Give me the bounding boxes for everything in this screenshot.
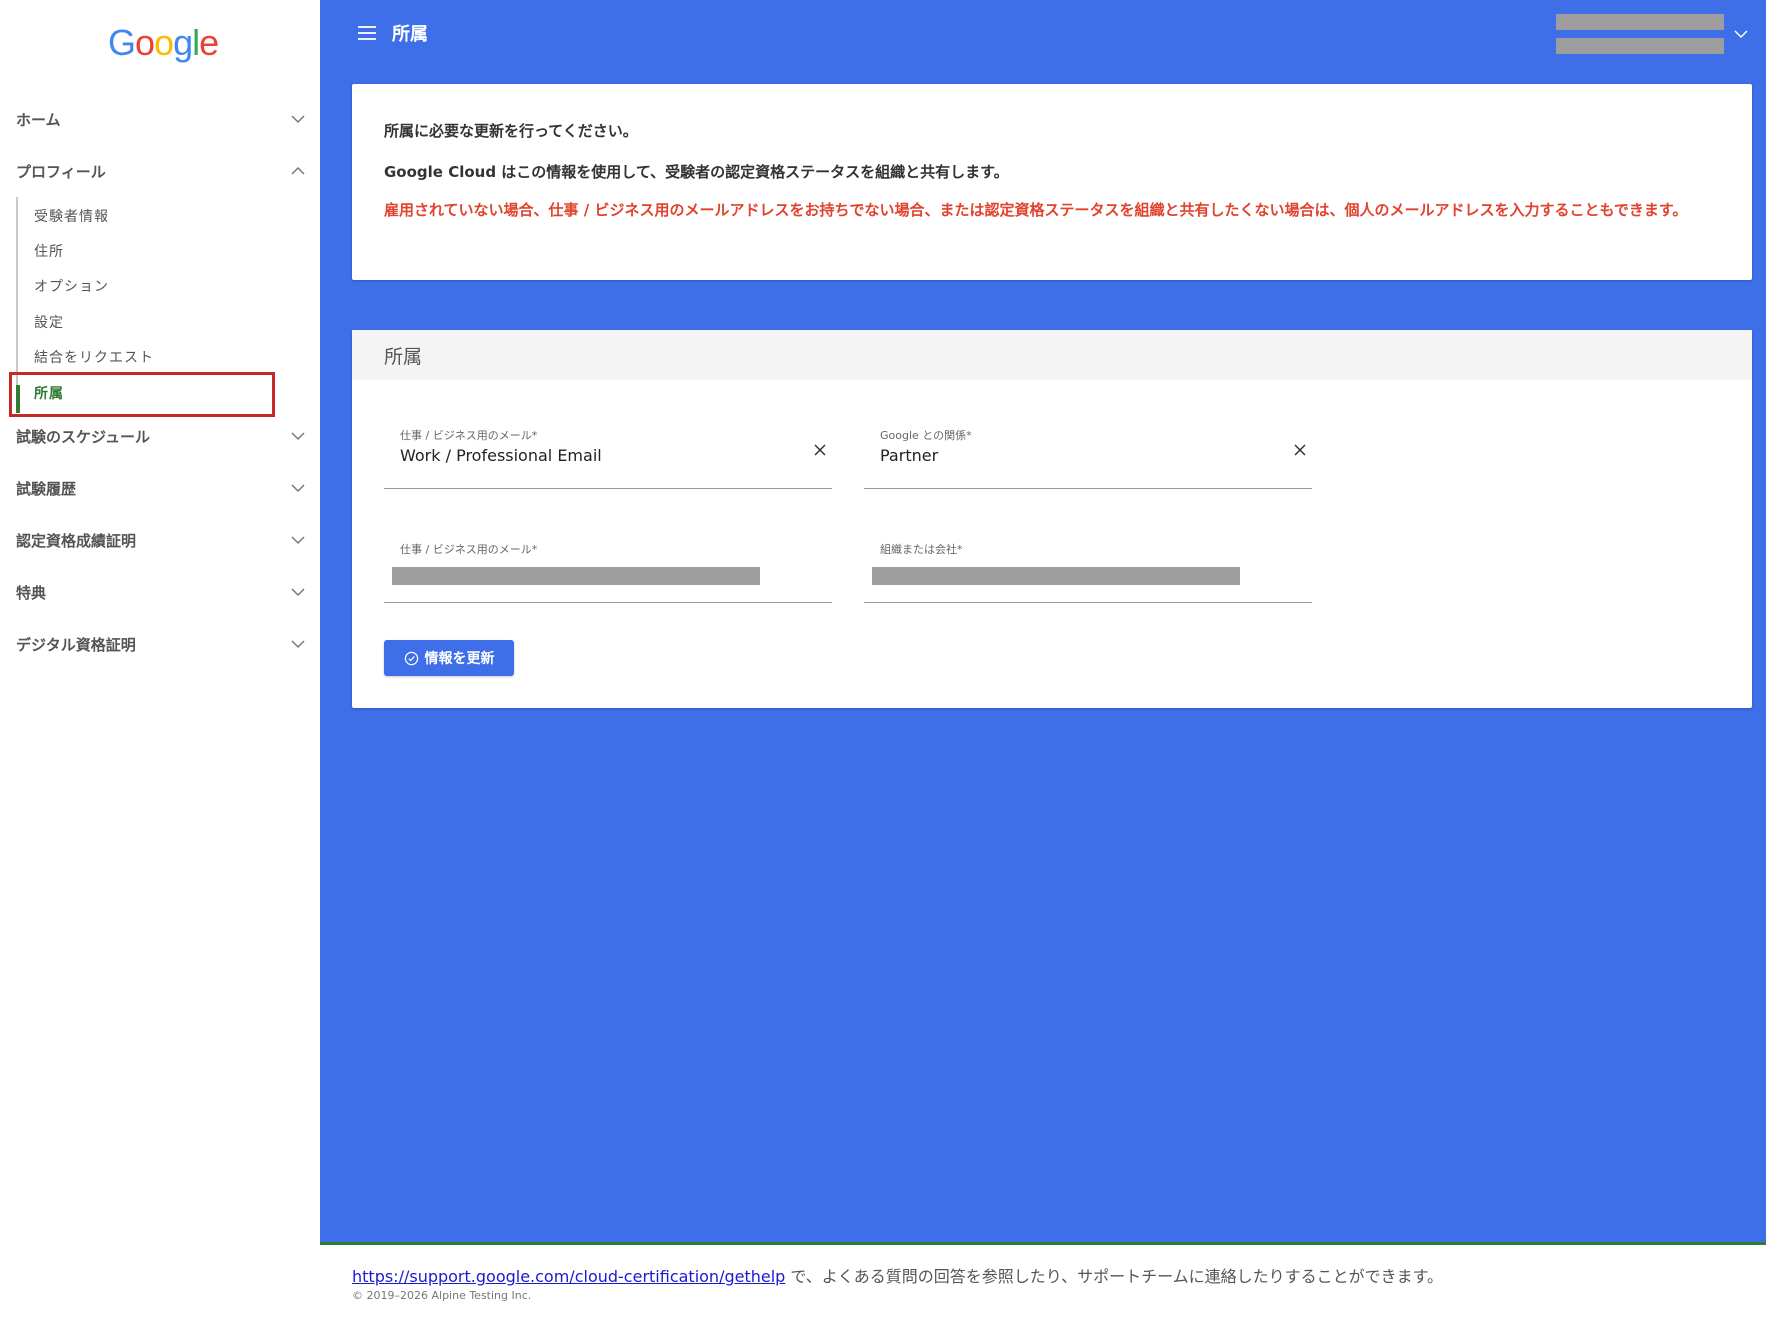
chevron-down-icon: [290, 532, 306, 548]
chevron-down-icon: [290, 111, 306, 127]
sidebar-item-merge-request[interactable]: 結合をリクエスト: [34, 344, 154, 370]
footer-help-text: https://support.google.com/cloud-certifi…: [352, 1263, 1443, 1287]
nav-section-label: デジタル資格証明: [16, 635, 136, 654]
nav-section-digital-credentials[interactable]: デジタル資格証明: [16, 629, 306, 659]
update-info-button[interactable]: 情報を更新: [384, 640, 514, 676]
card-title: 所属: [384, 346, 423, 368]
footer: https://support.google.com/cloud-certifi…: [320, 1242, 1766, 1317]
sidebar-item-address[interactable]: 住所: [34, 238, 64, 264]
nav-section-label: ホーム: [16, 110, 61, 129]
footer-text: で、よくある質問の回答を参照したり、サポートチームに連絡したりすることができます…: [785, 1267, 1444, 1286]
nav-section-label: 試験履歴: [16, 479, 77, 498]
field-label: 仕事 / ビジネス用のメール*: [400, 543, 538, 556]
redacted-value: [392, 567, 760, 585]
field-value: Work / Professional Email: [400, 446, 602, 465]
relationship-select[interactable]: Google との関係* Partner: [864, 422, 1312, 489]
chevron-down-icon: [290, 428, 306, 444]
email-field[interactable]: 仕事 / ビジネス用のメール*: [384, 536, 832, 603]
card-header: 所属: [352, 330, 1752, 380]
close-icon[interactable]: [812, 442, 828, 458]
nav-section-exam-history[interactable]: 試験履歴: [16, 473, 306, 503]
field-label: Google との関係*: [880, 429, 972, 442]
main-content: 所属 所属に必要な更新を行ってください。 Google Cloud はこの情報を…: [320, 0, 1766, 1242]
notice-card: 所属に必要な更新を行ってください。 Google Cloud はこの情報を使用し…: [352, 84, 1752, 280]
nav-section-label: 特典: [16, 583, 47, 602]
notice-line-1: 所属に必要な更新を行ってください。: [384, 122, 638, 140]
chevron-down-icon: [290, 480, 306, 496]
chevron-down-icon[interactable]: [1733, 26, 1749, 42]
field-label: 組織または会社*: [880, 543, 963, 556]
chevron-down-icon: [290, 636, 306, 652]
menu-icon[interactable]: [358, 26, 376, 42]
support-link[interactable]: https://support.google.com/cloud-certifi…: [352, 1267, 785, 1286]
sidebar-item-candidate-info[interactable]: 受験者情報: [34, 203, 109, 229]
logo-letter: l: [192, 22, 200, 63]
logo-letter: o: [135, 22, 155, 63]
organization-field[interactable]: 組織または会社*: [864, 536, 1312, 603]
nav-section-label: 認定資格成績証明: [16, 531, 137, 550]
sidebar-item-options[interactable]: オプション: [34, 273, 109, 299]
field-value: Partner: [880, 446, 939, 465]
close-icon[interactable]: [1292, 442, 1308, 458]
nav-section-label: プロフィール: [16, 162, 106, 181]
google-logo: Google: [108, 22, 219, 64]
nav-section-transcript[interactable]: 認定資格成績証明: [16, 525, 306, 555]
notice-line-2: Google Cloud はこの情報を使用して、受験者の認定資格ステータスを組織…: [384, 163, 1009, 181]
nav-section-benefits[interactable]: 特典: [16, 577, 306, 607]
button-label: 情報を更新: [424, 651, 495, 667]
highlight-annotation: [9, 372, 275, 417]
notice-warning: 雇用されていない場合、仕事 / ビジネス用のメールアドレスをお持ちでない場合、ま…: [384, 201, 1688, 219]
user-menu-redacted[interactable]: [1556, 14, 1724, 54]
redacted-value: [872, 567, 1240, 585]
nav-section-profile[interactable]: プロフィール: [16, 156, 306, 186]
logo-letter: e: [199, 22, 219, 63]
nav-section-home[interactable]: ホーム: [16, 104, 306, 134]
affiliation-card: 所属 仕事 / ビジネス用のメール* Work / Professional E…: [352, 330, 1752, 708]
sidebar: Google ホーム プロフィール 受験者情報 住所 オプション 設定 結合をリ…: [0, 0, 320, 1244]
nav-section-exam-schedule[interactable]: 試験のスケジュール: [16, 421, 306, 451]
page-title: 所属: [392, 24, 428, 45]
logo-letter: o: [154, 22, 174, 63]
email-type-select[interactable]: 仕事 / ビジネス用のメール* Work / Professional Emai…: [384, 422, 832, 489]
copyright: © 2019–2026 Alpine Testing Inc.: [352, 1289, 532, 1302]
logo-letter: G: [108, 22, 136, 63]
check-circle-icon: [404, 651, 418, 665]
sidebar-item-settings[interactable]: 設定: [34, 309, 64, 335]
chevron-up-icon: [290, 163, 306, 179]
nav-section-label: 試験のスケジュール: [16, 427, 150, 446]
chevron-down-icon: [290, 584, 306, 600]
field-label: 仕事 / ビジネス用のメール*: [400, 429, 538, 442]
logo-letter: g: [173, 22, 193, 63]
